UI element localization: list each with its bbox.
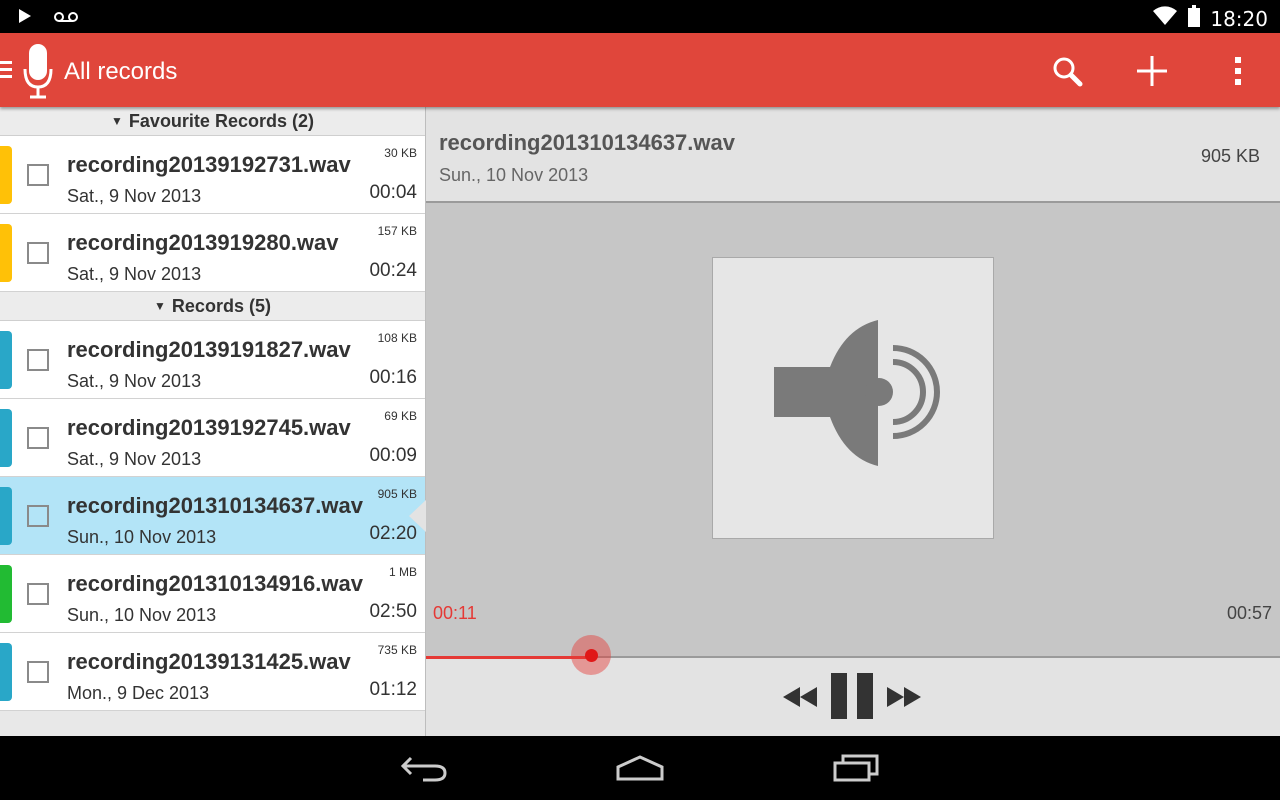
record-date: Mon., 9 Dec 2013 <box>67 683 210 703</box>
record-duration: 00:16 <box>369 367 417 388</box>
color-tag <box>0 487 12 545</box>
list-item[interactable]: recording2013919280.wav Sat., 9 Nov 2013… <box>0 214 425 292</box>
record-size: 69 KB <box>384 409 417 423</box>
pause-icon[interactable] <box>829 673 875 719</box>
record-size: 1 MB <box>388 565 417 579</box>
recent-apps-icon[interactable] <box>826 750 886 786</box>
list-item[interactable]: recording20139191827.wav Sat., 9 Nov 201… <box>0 321 425 399</box>
play-store-icon <box>18 8 32 29</box>
record-date: Sat., 9 Nov 2013 <box>67 449 202 469</box>
triangle-down-icon: ▼ <box>154 299 166 313</box>
home-icon[interactable] <box>610 750 670 786</box>
color-tag <box>0 643 12 701</box>
record-name: recording20139131425.wav <box>67 649 351 674</box>
voicemail-icon <box>54 10 78 28</box>
record-duration: 00:04 <box>369 182 417 203</box>
clock: 18:20 <box>1210 6 1268 31</box>
record-name: recording20139192731.wav <box>67 152 351 177</box>
record-date: Sat., 9 Nov 2013 <box>67 371 202 391</box>
list-item[interactable]: recording201310134916.wav Sun., 10 Nov 2… <box>0 555 425 633</box>
checkbox[interactable] <box>27 661 49 683</box>
list-item[interactable]: recording20139192731.wav Sat., 9 Nov 201… <box>0 136 425 214</box>
rewind-icon[interactable] <box>782 685 818 709</box>
record-date: Sat., 9 Nov 2013 <box>67 186 202 206</box>
record-name: recording20139191827.wav <box>67 337 351 362</box>
checkbox[interactable] <box>27 427 49 449</box>
triangle-down-icon: ▼ <box>111 114 123 128</box>
record-name: recording20139192745.wav <box>67 415 351 440</box>
speaker-icon <box>713 320 995 544</box>
checkbox[interactable] <box>27 164 49 186</box>
record-list: ▼ Favourite Records (2) recording2013919… <box>0 107 427 736</box>
record-date: Sat., 9 Nov 2013 <box>67 264 202 284</box>
record-duration: 00:09 <box>369 445 417 466</box>
list-item[interactable]: recording20139131425.wav Mon., 9 Dec 201… <box>0 633 425 711</box>
back-icon[interactable] <box>394 750 454 786</box>
microphone-icon[interactable] <box>22 43 54 104</box>
record-duration: 01:12 <box>369 679 417 700</box>
checkbox[interactable] <box>27 583 49 605</box>
seek-bar-progress <box>426 656 591 659</box>
record-duration: 00:24 <box>369 260 417 281</box>
battery-icon <box>1188 5 1201 32</box>
checkbox[interactable] <box>27 505 49 527</box>
color-tag <box>0 146 12 204</box>
add-icon[interactable] <box>1132 51 1172 91</box>
list-item-selected[interactable]: recording201310134637.wav Sun., 10 Nov 2… <box>0 477 427 555</box>
artwork <box>712 257 994 539</box>
detail-header: recording201310134637.wav Sun., 10 Nov 2… <box>426 107 1280 203</box>
record-size: 735 KB <box>377 643 417 657</box>
color-tag <box>0 224 12 282</box>
selection-pointer <box>409 499 427 533</box>
current-time: 00:11 <box>433 603 477 623</box>
record-size: 157 KB <box>377 224 417 238</box>
record-size: 108 KB <box>377 331 417 345</box>
checkbox[interactable] <box>27 349 49 371</box>
search-icon[interactable] <box>1047 51 1087 91</box>
overflow-menu-icon[interactable] <box>1218 51 1258 91</box>
detail-record-size: 905 KB <box>1200 146 1260 166</box>
record-name: recording201310134637.wav <box>67 493 363 518</box>
total-time: 00:57 <box>1226 603 1272 623</box>
color-tag <box>0 409 12 467</box>
app-bar: All records <box>0 33 1280 107</box>
navigation-bar <box>0 736 1280 800</box>
player-pane: recording201310134637.wav Sun., 10 Nov 2… <box>426 107 1280 736</box>
color-tag <box>0 331 12 389</box>
fast-forward-icon[interactable] <box>886 685 922 709</box>
detail-record-name: recording201310134637.wav <box>439 130 735 155</box>
wifi-icon <box>1152 6 1178 31</box>
page-title: All records <box>64 58 178 85</box>
record-name: recording2013919280.wav <box>67 230 339 255</box>
checkbox[interactable] <box>27 242 49 264</box>
color-tag <box>0 565 12 623</box>
menu-icon[interactable] <box>0 59 12 79</box>
section-header-records[interactable]: ▼ Records (5) <box>0 292 425 321</box>
seek-bar-thumb[interactable] <box>571 635 611 675</box>
status-bar: 18:20 <box>0 0 1280 33</box>
record-duration: 02:50 <box>369 601 417 622</box>
record-size: 30 KB <box>384 146 417 160</box>
detail-record-date: Sun., 10 Nov 2013 <box>439 165 589 185</box>
record-name: recording201310134916.wav <box>67 571 363 596</box>
section-header-favourites[interactable]: ▼ Favourite Records (2) <box>0 107 425 136</box>
list-item[interactable]: recording20139192745.wav Sat., 9 Nov 201… <box>0 399 425 477</box>
record-date: Sun., 10 Nov 2013 <box>67 605 217 625</box>
record-date: Sun., 10 Nov 2013 <box>67 527 217 547</box>
